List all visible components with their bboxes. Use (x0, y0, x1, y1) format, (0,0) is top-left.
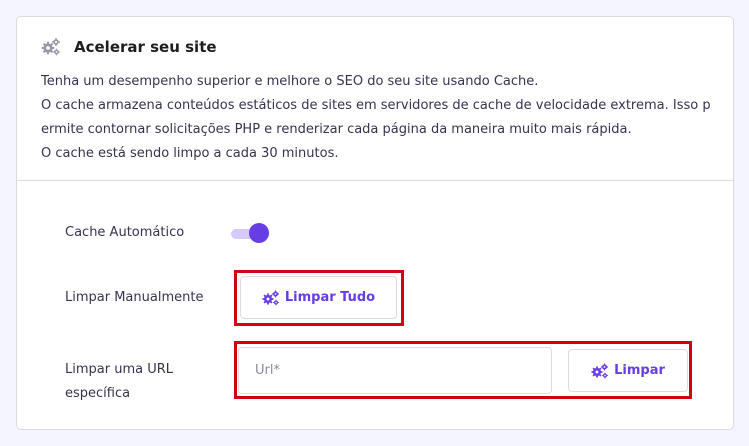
description-line: O cache está sendo limpo a cada 30 minut… (41, 146, 339, 161)
cache-card: Acelerar seu site Tenha um desempenho su… (16, 16, 734, 430)
url-clear-label-line: Limpar uma URL (65, 362, 174, 377)
url-input[interactable] (238, 347, 552, 394)
manual-clear-label: Limpar Manualmente (65, 290, 204, 305)
description-line: ermite contornar solicitações PHP e rend… (41, 122, 632, 137)
clear-url-button[interactable]: Limpar (568, 349, 688, 392)
gears-icon (591, 363, 609, 379)
card-description: Tenha um desempenho superior e melhore o… (41, 70, 721, 166)
toggle-knob (249, 223, 269, 243)
card-header: Acelerar seu site (41, 35, 217, 59)
gears-icon (41, 37, 61, 57)
auto-cache-label: Cache Automático (65, 225, 185, 240)
clear-all-button[interactable]: Limpar Tudo (240, 276, 397, 319)
section-divider (17, 180, 733, 181)
url-clear-label: Limpar uma URL específica (65, 358, 173, 406)
card-title: Acelerar seu site (74, 38, 217, 56)
gears-icon (262, 290, 280, 306)
clear-url-button-label: Limpar (614, 363, 665, 378)
url-clear-label-line: específica (65, 386, 131, 401)
auto-cache-toggle[interactable] (231, 222, 271, 244)
clear-all-button-label: Limpar Tudo (284, 290, 376, 305)
description-line: Tenha um desempenho superior e melhore o… (41, 74, 539, 89)
description-line: O cache armazena conteúdos estáticos de … (41, 98, 711, 113)
